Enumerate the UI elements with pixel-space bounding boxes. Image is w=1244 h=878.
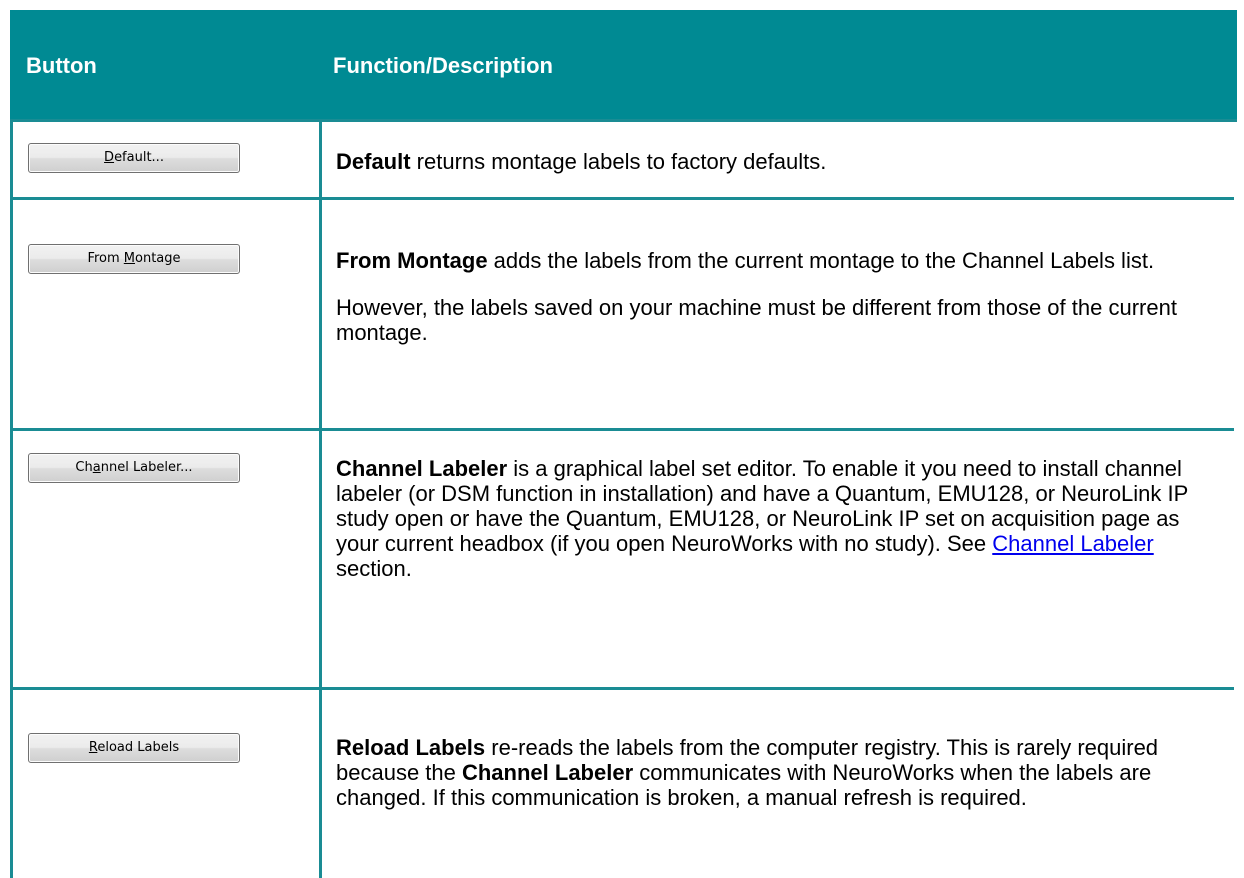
description-paragraph: From Montage adds the labels from the cu… [336, 248, 1216, 273]
table-header-row: Button Function/Description [10, 10, 1237, 122]
bold-term: Reload Labels [336, 735, 486, 760]
default-description: Default returns montage labels to factor… [336, 149, 1216, 174]
channel-labeler-link[interactable]: Channel Labeler [992, 531, 1153, 556]
header-button: Button [26, 53, 97, 78]
table-row-from-montage: From Montage From Montage adds the label… [13, 200, 1234, 431]
header-function-description: Function/Description [333, 53, 553, 78]
table-row-default: Default... Default returns montage label… [13, 122, 1234, 200]
reload-labels-description: Reload Labels re-reads the labels from t… [336, 735, 1216, 810]
channel-labeler-description: Channel Labeler is a graphical label set… [336, 456, 1216, 581]
table-row-channel-labeler: Channel Labeler... Channel Labeler is a … [13, 431, 1234, 690]
bold-term: Channel Labeler [461, 760, 634, 785]
description-paragraph: Channel Labeler is a graphical label set… [336, 456, 1216, 581]
description-paragraph: However, the labels saved on your machin… [336, 295, 1216, 345]
description-text: However, the labels saved on your machin… [336, 295, 1177, 345]
bold-term: Default [336, 149, 411, 174]
description-text: adds the labels from the current montage… [487, 248, 1155, 273]
table-row-reload-labels: Reload Labels Reload Labels re-reads the… [13, 690, 1234, 878]
from-montage-description: From Montage adds the labels from the cu… [336, 248, 1216, 345]
default-button[interactable]: Default... [28, 143, 240, 173]
description-text: returns montage labels to factory defaul… [410, 149, 827, 174]
channel-labeler-button[interactable]: Channel Labeler... [28, 453, 240, 483]
from-montage-button[interactable]: From Montage [28, 244, 240, 274]
bold-term: Channel Labeler [336, 456, 508, 481]
description-paragraph: Default returns montage labels to factor… [336, 149, 1216, 174]
button-function-table: Button Function/Description Default... D… [10, 10, 1237, 878]
reload-labels-button[interactable]: Reload Labels [28, 733, 240, 763]
description-paragraph: Reload Labels re-reads the labels from t… [336, 735, 1216, 810]
description-text: section. [336, 556, 412, 581]
bold-term: From Montage [336, 248, 488, 273]
